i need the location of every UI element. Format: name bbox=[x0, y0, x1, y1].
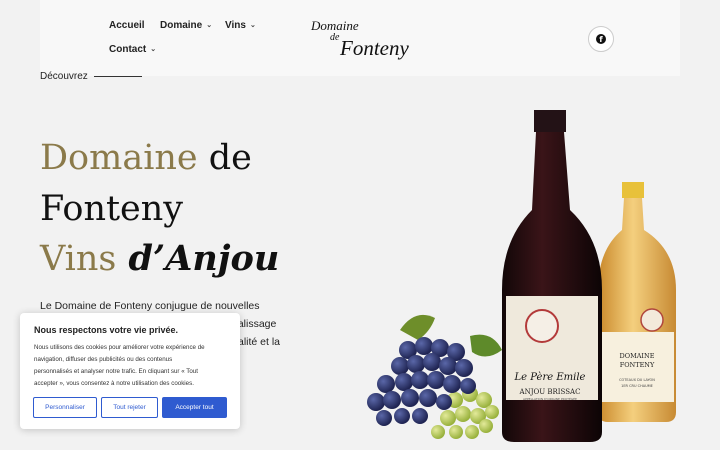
intro-paragraph-line3: alité et la bbox=[238, 336, 281, 348]
hero-title-line1: Domaine de bbox=[40, 138, 252, 178]
cookie-text-line1: Nous utilisons des cookies pour améliore… bbox=[34, 344, 205, 351]
cookie-text-line2: navigation, diffuser des publicités ou d… bbox=[34, 356, 173, 363]
discover-link[interactable]: Découvrez bbox=[40, 71, 88, 82]
chevron-down-icon: ⌄ bbox=[249, 22, 256, 29]
nav-accueil[interactable]: Accueil bbox=[109, 20, 145, 31]
cookie-title: Nous respectons votre vie privée. bbox=[34, 325, 179, 335]
facebook-button[interactable]: f bbox=[588, 26, 614, 52]
white-label-line2: FONTENY bbox=[620, 361, 655, 369]
discover-underline bbox=[94, 76, 142, 77]
cookie-text-line4: accepter », vous consentez à notre utili… bbox=[34, 380, 194, 387]
white-label-sub1: COTEAUX DU LAYON bbox=[619, 378, 655, 382]
reject-all-button[interactable]: Tout rejeter bbox=[101, 397, 158, 418]
red-label-sub: APPELLATION D'ORIGINE PROTÉGÉE bbox=[523, 396, 577, 401]
chevron-down-icon: ⌄ bbox=[206, 22, 213, 29]
red-label-name: ANJOU BRISSAC bbox=[519, 388, 581, 396]
wine-bottles-image: DOMAINE FONTENY COTEAUX DU LAYON 1ER CRU… bbox=[367, 110, 676, 442]
white-label-sub2: 1ER CRU CHAUME bbox=[621, 384, 653, 388]
logo-line3: Fonteny bbox=[340, 36, 409, 60]
white-label-line1: DOMAINE bbox=[620, 352, 655, 360]
cookie-text-line3: personnalisés et analyser notre trafic. … bbox=[34, 368, 198, 375]
intro-paragraph-line1: Le Domaine de Fonteny conjugue de nouvel… bbox=[40, 300, 260, 312]
red-wine-bottle: Le Père Emile ANJOU BRISSAC APPELLATION … bbox=[502, 110, 602, 442]
white-wine-bottle: DOMAINE FONTENY COTEAUX DU LAYON 1ER CRU… bbox=[598, 182, 676, 422]
nav-domaine[interactable]: Domaine ⌄ bbox=[160, 20, 212, 31]
hero-title-line2: Fonteny bbox=[40, 189, 184, 229]
hero-title-line3: Vins d’Anjou bbox=[40, 238, 280, 279]
nav-vins[interactable]: Vins ⌄ bbox=[225, 20, 256, 31]
red-label-script: Le Père Emile bbox=[514, 372, 586, 383]
customize-button[interactable]: Personnaliser bbox=[33, 397, 97, 418]
grapes-image bbox=[367, 314, 502, 439]
accept-all-button[interactable]: Accepter tout bbox=[162, 397, 227, 418]
site-logo[interactable]: Domaine de Fonteny bbox=[310, 16, 420, 62]
facebook-icon: f bbox=[596, 34, 606, 44]
chevron-down-icon: ⌄ bbox=[150, 46, 157, 53]
logo-line2: de bbox=[330, 32, 340, 43]
cookie-consent-banner: Nous respectons votre vie privée. Nous u… bbox=[20, 313, 240, 429]
nav-contact[interactable]: Contact ⌄ bbox=[109, 44, 156, 55]
